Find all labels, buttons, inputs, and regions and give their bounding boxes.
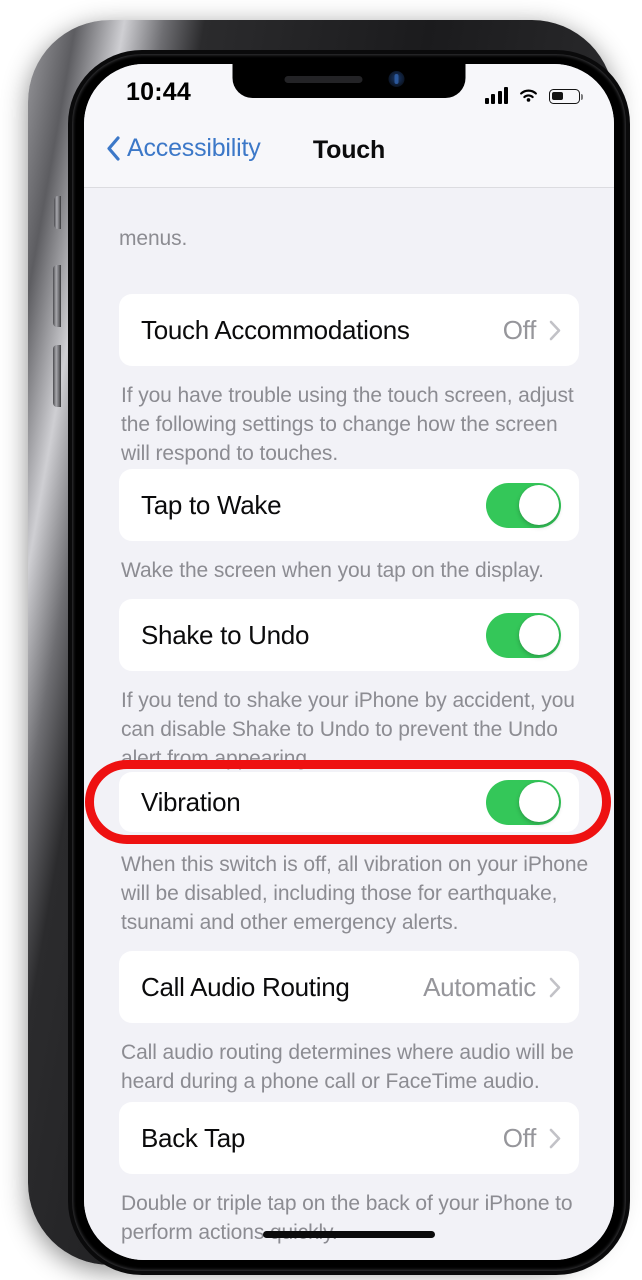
volume-down-button[interactable]	[53, 345, 61, 407]
toggle-tap-to-wake[interactable]	[486, 482, 561, 528]
chevron-right-icon	[549, 1128, 561, 1148]
footnote-touch-accommodations: If you have trouble using the touch scre…	[121, 384, 574, 465]
row-vibration[interactable]: Vibration	[119, 772, 579, 832]
navigation-bar: Accessibility Touch	[84, 120, 614, 188]
footnote-back-tap: Double or triple tap on the back of your…	[121, 1192, 573, 1244]
row-label: Call Audio Routing	[141, 971, 350, 1002]
footnote-call-audio-routing: Call audio routing determines where audi…	[121, 1041, 574, 1093]
card-touch-accommodations: Touch Accommodations Off	[119, 294, 579, 366]
card-shake-to-undo: Shake to Undo	[119, 599, 579, 671]
front-camera-icon	[388, 71, 405, 87]
previous-section-footnote: menus.	[119, 227, 188, 250]
card-tap-to-wake: Tap to Wake	[119, 469, 579, 541]
row-touch-accommodations[interactable]: Touch Accommodations Off	[119, 294, 579, 366]
wifi-icon	[520, 89, 537, 102]
card-back-tap: Back Tap Off	[119, 1102, 579, 1174]
row-label: Back Tap	[141, 1122, 246, 1153]
earpiece-speaker-icon	[284, 76, 363, 83]
battery-icon	[549, 89, 583, 104]
volume-up-button[interactable]	[53, 265, 61, 327]
card-call-audio-routing: Call Audio Routing Automatic	[119, 951, 579, 1023]
chevron-right-icon	[549, 977, 561, 997]
device-notch	[232, 64, 466, 98]
row-label: Touch Accommodations	[141, 314, 410, 345]
toggle-knob	[518, 485, 559, 525]
status-bar-time: 10:44	[126, 78, 191, 106]
status-bar-indicators	[484, 82, 583, 104]
footnote-vibration: When this switch is off, all vibration o…	[121, 853, 589, 934]
toggle-knob	[518, 615, 559, 655]
row-value: Off	[502, 314, 537, 345]
row-value: Automatic	[423, 971, 536, 1002]
toggle-shake-to-undo[interactable]	[486, 612, 561, 658]
home-indicator[interactable]	[263, 1231, 435, 1238]
row-back-tap[interactable]: Back Tap Off	[119, 1102, 579, 1174]
row-tap-to-wake[interactable]: Tap to Wake	[119, 469, 579, 541]
card-vibration: Vibration	[119, 772, 579, 832]
row-value: Off	[502, 1122, 537, 1153]
row-call-audio-routing[interactable]: Call Audio Routing Automatic	[119, 951, 579, 1023]
cellular-bars-icon	[484, 87, 508, 104]
row-label: Shake to Undo	[141, 619, 310, 650]
chevron-right-icon	[549, 320, 561, 340]
footnote-tap-to-wake: Wake the screen when you tap on the disp…	[121, 559, 544, 582]
row-label: Vibration	[141, 786, 241, 817]
page-title: Touch	[312, 136, 386, 164]
mute-switch-button[interactable]	[54, 196, 61, 229]
settings-scroll-view[interactable]: menus. Touch Accommodations Off If you h…	[84, 189, 614, 1260]
iphone-device-frame: 10:44 Accessibility Touch menus. Touch A…	[28, 20, 630, 1275]
row-label: Tap to Wake	[141, 489, 282, 520]
row-shake-to-undo[interactable]: Shake to Undo	[119, 599, 579, 671]
toggle-vibration[interactable]	[486, 779, 561, 825]
iphone-screen: 10:44 Accessibility Touch menus. Touch A…	[84, 64, 614, 1260]
toggle-knob	[518, 782, 559, 822]
footnote-shake-to-undo: If you tend to shake your iPhone by acci…	[121, 689, 575, 770]
